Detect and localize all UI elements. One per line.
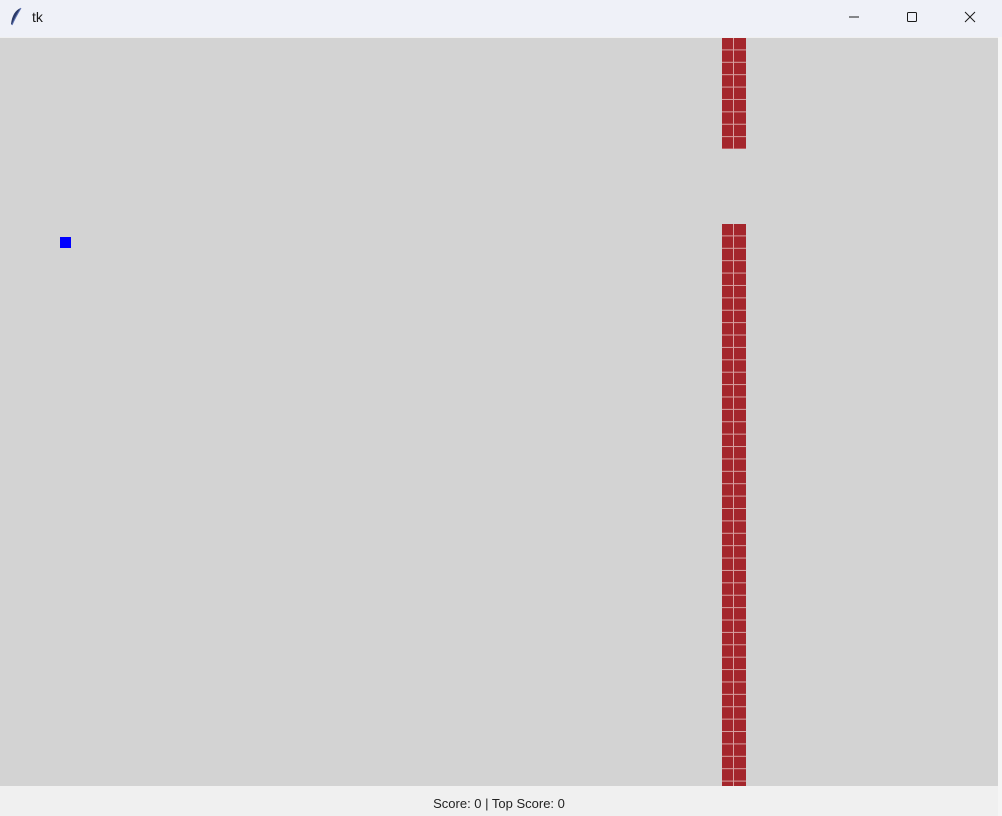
title-bar: tk [0, 0, 1002, 37]
close-icon [964, 11, 976, 23]
feather-icon [9, 7, 23, 27]
player-square [60, 237, 71, 248]
minimize-icon [848, 11, 860, 23]
window-border [998, 37, 1002, 816]
minimize-button[interactable] [825, 0, 883, 33]
top-brick-pipe [722, 38, 746, 149]
maximize-button[interactable] [883, 0, 941, 33]
maximize-icon [906, 11, 918, 23]
status-bar: Score: 0 | Top Score: 0 [0, 786, 998, 816]
game-canvas[interactable] [0, 38, 998, 786]
close-button[interactable] [941, 0, 999, 33]
bottom-brick-pipe [722, 224, 746, 786]
window-title: tk [32, 9, 43, 25]
score-label: Score: 0 | Top Score: 0 [433, 796, 565, 811]
